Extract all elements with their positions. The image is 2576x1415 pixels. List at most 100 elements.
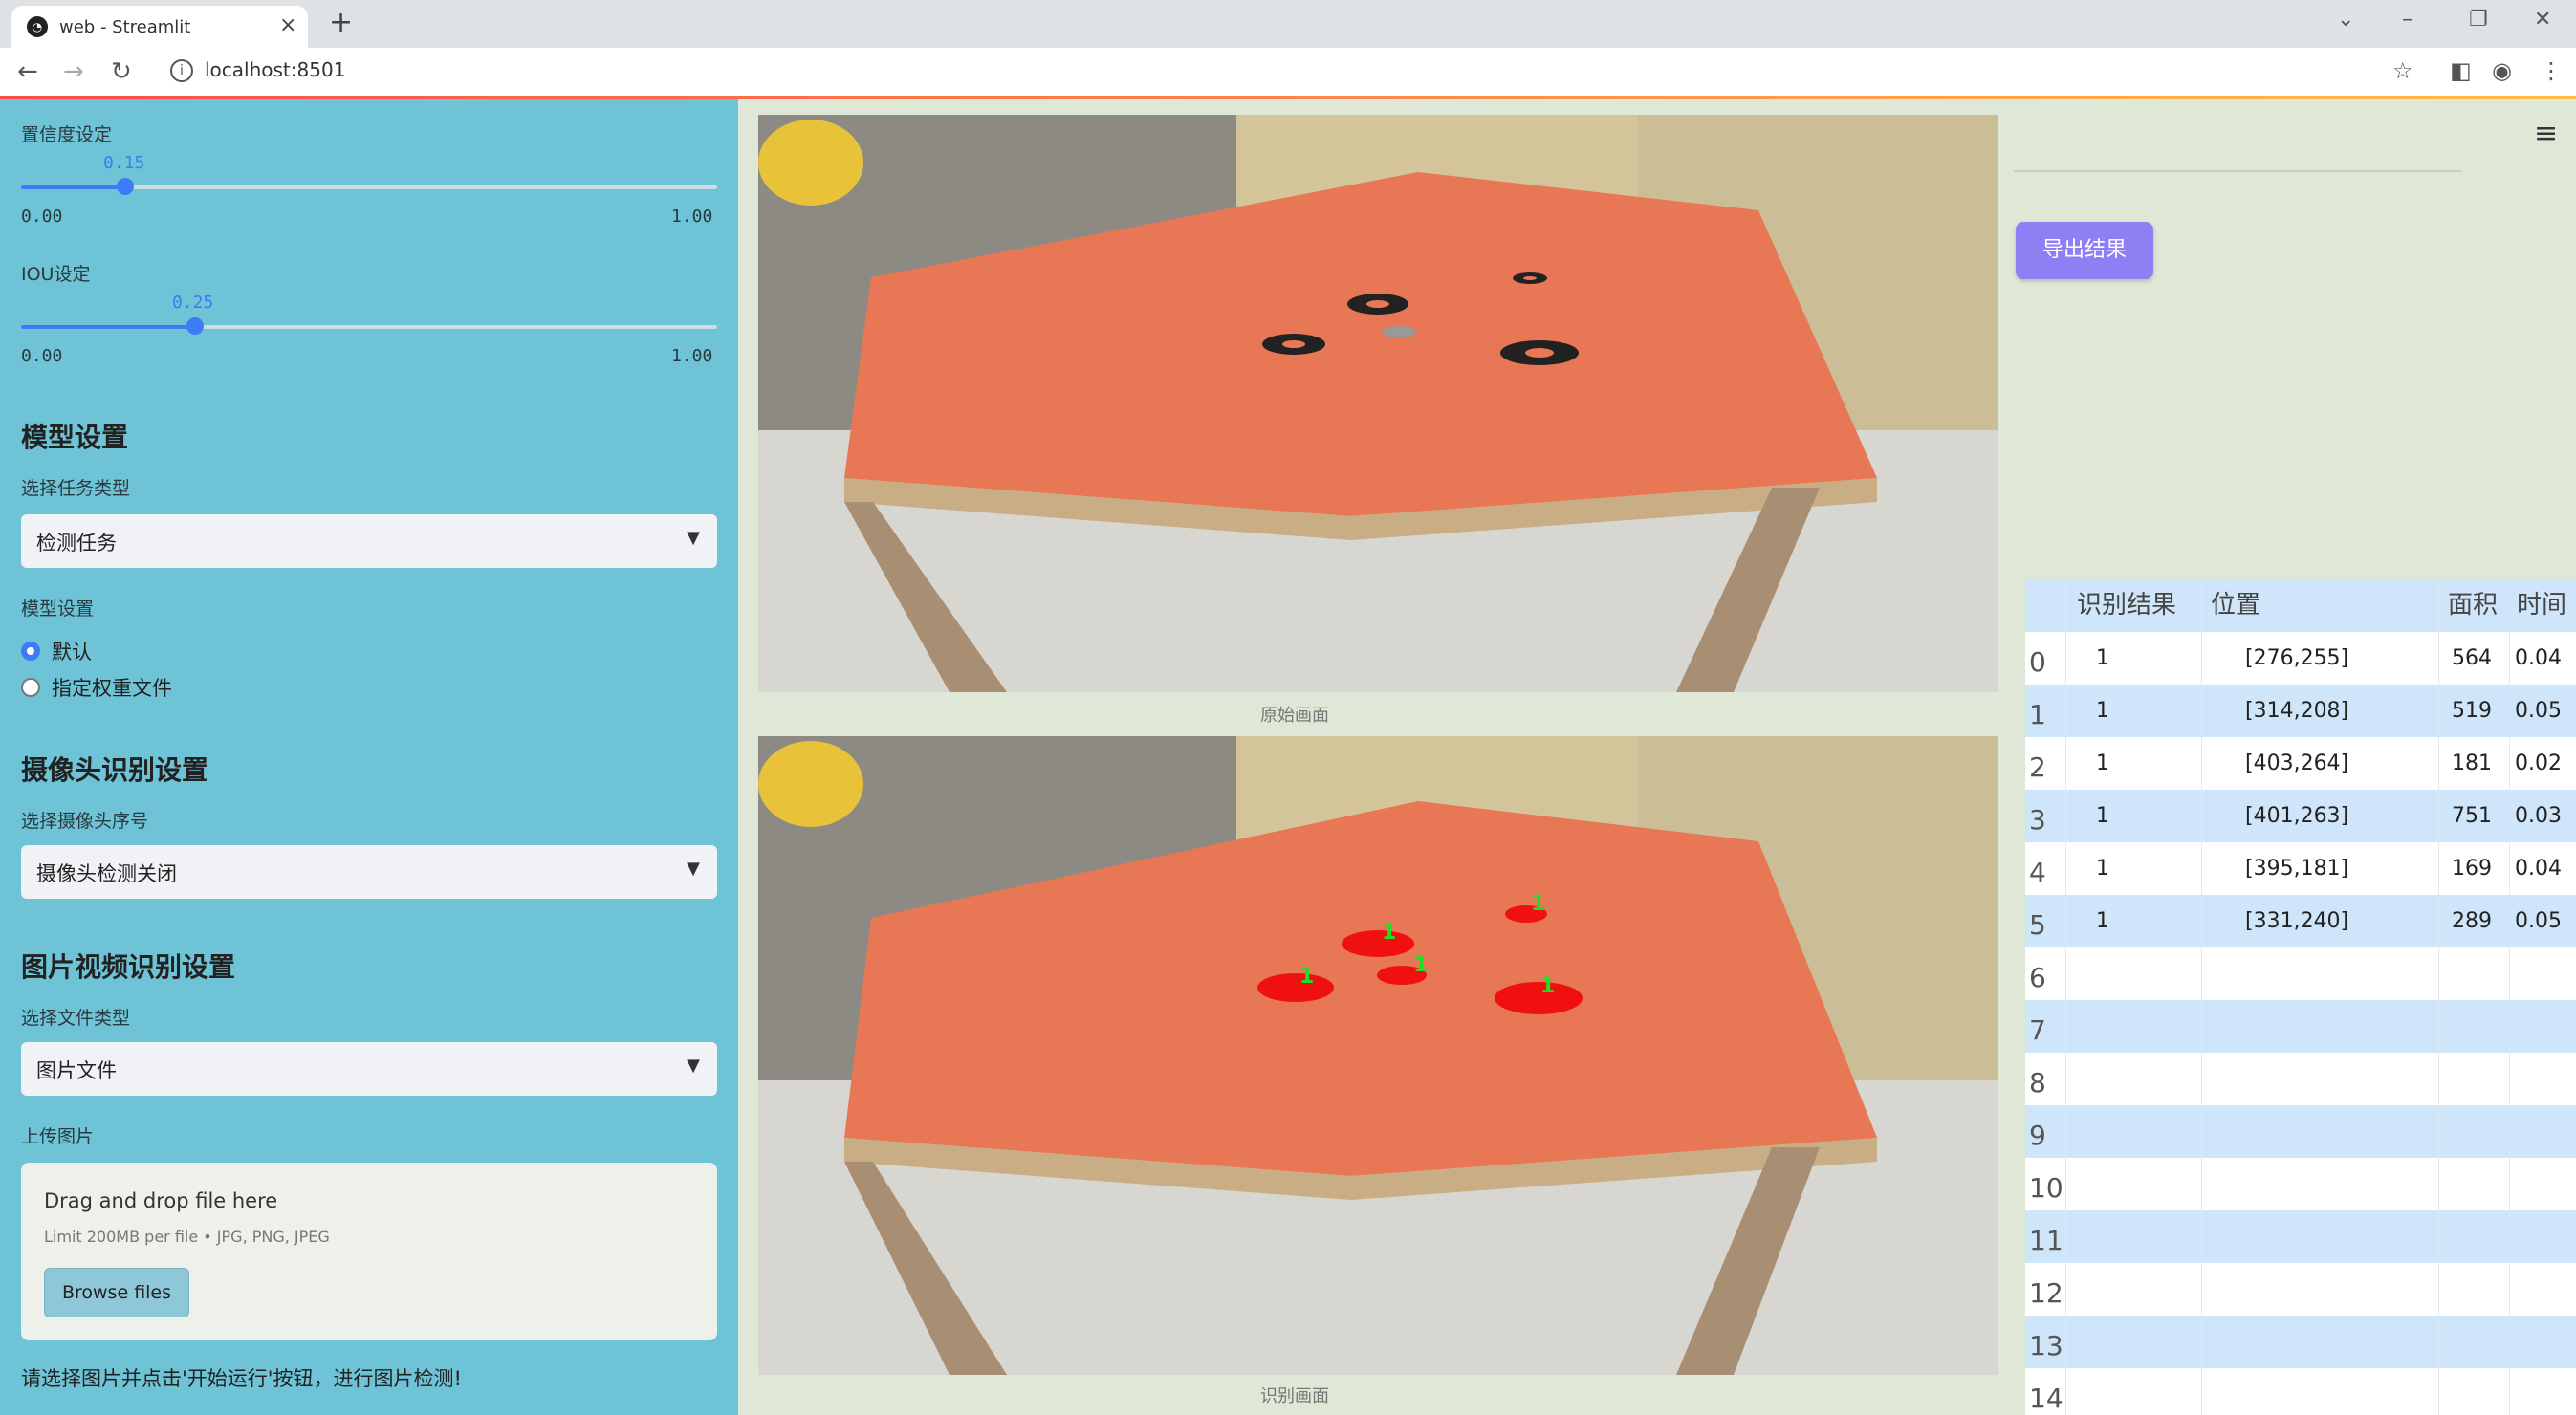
- table-row[interactable]: 5 1 [331,240] 289 0.05: [2025, 895, 2576, 947]
- detection-mask-3: [1257, 973, 1334, 1002]
- row-index: 11: [2029, 1225, 2063, 1256]
- column-divider: [2509, 579, 2510, 1415]
- bookmark-star-icon[interactable]: ☆: [2392, 57, 2413, 84]
- cell-position: [401,263]: [2245, 804, 2349, 828]
- cell-time: 0.02: [2515, 751, 2562, 775]
- chevron-down-icon: ▼: [687, 859, 700, 879]
- table-row[interactable]: 10: [2025, 1158, 2576, 1210]
- detection-mask-4: [1495, 982, 1583, 1014]
- radio-unselected-icon: [21, 678, 40, 697]
- forward-icon[interactable]: →: [63, 57, 84, 86]
- restore-icon[interactable]: ❐: [2469, 8, 2488, 32]
- row-index: 4: [2029, 857, 2046, 888]
- table-row[interactable]: 4 1 [395,181] 169 0.04: [2025, 842, 2576, 895]
- column-divider: [2065, 579, 2066, 1415]
- row-index: 10: [2029, 1172, 2063, 1204]
- file-type-select[interactable]: 图片文件 ▼: [21, 1042, 717, 1096]
- cell-result: 1: [2096, 646, 2109, 670]
- iou-slider-thumb[interactable]: [186, 317, 204, 335]
- file-dropzone[interactable]: Drag and drop file here Limit 200MB per …: [21, 1163, 717, 1340]
- model-radio-default[interactable]: 默认: [21, 637, 92, 665]
- conf-slider-value: 0.15: [103, 153, 145, 173]
- conf-slider-thumb[interactable]: [117, 178, 135, 195]
- results-table[interactable]: 识别结果 位置 面积 时间 0 1 [276,255] 564 0.04 1 1 [314,2…: [2025, 579, 2576, 1415]
- radio-weights-label: 指定权重文件: [52, 677, 172, 700]
- column-header-result[interactable]: 识别结果: [2077, 579, 2176, 632]
- sidebar: 置信度设定 0.15 0.00 1.00 IOU设定 0.25 0.00 1.0…: [0, 99, 738, 1415]
- camera-select-value: 摄像头检测关闭: [36, 862, 177, 885]
- row-index: 8: [2029, 1067, 2046, 1099]
- close-window-icon[interactable]: ✕: [2534, 8, 2551, 32]
- detection-label-3: 1: [1299, 965, 1314, 989]
- detection-label-2: 1: [1531, 892, 1545, 916]
- browser-tab[interactable]: ◔ web - Streamlit ×: [11, 6, 308, 48]
- cell-result: 1: [2096, 804, 2109, 828]
- cell-area: 519: [2452, 699, 2492, 723]
- export-results-button[interactable]: 导出结果: [2016, 222, 2153, 279]
- iou-slider[interactable]: [21, 317, 717, 335]
- camera-select[interactable]: 摄像头检测关闭 ▼: [21, 845, 717, 899]
- table-row[interactable]: 7: [2025, 1000, 2576, 1053]
- table-header: 识别结果 位置 面积 时间: [2025, 579, 2576, 632]
- cell-position: [403,264]: [2245, 751, 2349, 775]
- model-radio-weights[interactable]: 指定权重文件: [21, 673, 172, 702]
- iou-slider-max: 1.00: [671, 346, 713, 366]
- original-image: [758, 115, 1998, 692]
- back-icon[interactable]: ←: [17, 57, 38, 86]
- side-panel-icon[interactable]: ◧: [2450, 57, 2472, 84]
- close-tab-icon[interactable]: ×: [279, 13, 296, 37]
- table-row[interactable]: 6: [2025, 947, 2576, 1000]
- browser-menu-icon[interactable]: ⋮: [2540, 57, 2563, 84]
- profile-avatar-icon[interactable]: ◉: [2492, 57, 2512, 84]
- column-header-time[interactable]: 时间: [2517, 579, 2566, 632]
- row-index: 7: [2029, 1014, 2046, 1046]
- reload-icon[interactable]: ↻: [111, 57, 132, 86]
- column-divider: [2438, 579, 2439, 1415]
- table-row[interactable]: 13: [2025, 1316, 2576, 1368]
- cell-position: [395,181]: [2245, 857, 2349, 881]
- row-index: 2: [2029, 751, 2046, 783]
- table-row[interactable]: 2 1 [403,264] 181 0.02: [2025, 737, 2576, 790]
- site-info-icon[interactable]: i: [170, 59, 193, 82]
- row-index: 9: [2029, 1120, 2046, 1151]
- cell-result: 1: [2096, 909, 2109, 933]
- row-index: 12: [2029, 1277, 2063, 1309]
- minimize-icon[interactable]: –: [2402, 8, 2412, 32]
- hamburger-menu-icon[interactable]: ≡: [2534, 117, 2558, 150]
- detection-label-4: 1: [1540, 974, 1555, 998]
- file-type-select-label: 选择文件类型: [21, 1008, 131, 1029]
- radio-selected-icon: [21, 642, 40, 661]
- table-row[interactable]: 1 1 [314,208] 519 0.05: [2025, 685, 2576, 737]
- browse-files-button[interactable]: Browse files: [44, 1268, 189, 1317]
- table-row[interactable]: 3 1 [401,263] 751 0.03: [2025, 790, 2576, 842]
- iou-slider-fill: [21, 325, 195, 329]
- table-row[interactable]: 0 1 [276,255] 564 0.04: [2025, 632, 2576, 685]
- cell-time: 0.05: [2515, 909, 2562, 933]
- detection-label-1: 1: [1382, 921, 1396, 945]
- iou-slider-value: 0.25: [172, 293, 214, 313]
- cell-area: 289: [2452, 909, 2492, 933]
- cell-result: 1: [2096, 857, 2109, 881]
- row-index: 0: [2029, 646, 2046, 678]
- conf-slider-max: 1.00: [671, 207, 713, 227]
- tab-search-icon[interactable]: ⌄: [2337, 8, 2354, 32]
- column-header-area[interactable]: 面积: [2448, 579, 2498, 632]
- address-bar[interactable]: localhost:8501: [205, 58, 345, 81]
- divider: [2014, 170, 2461, 172]
- tab-bar: ◔ web - Streamlit × + ⌄ – ❐ ✕: [0, 0, 2576, 48]
- radio-default-label: 默认: [52, 641, 92, 664]
- table-row[interactable]: 11: [2025, 1210, 2576, 1263]
- conf-slider[interactable]: [21, 178, 717, 195]
- new-tab-icon[interactable]: +: [329, 6, 353, 39]
- table-row[interactable]: 8: [2025, 1053, 2576, 1105]
- task-select[interactable]: 检测任务 ▼: [21, 514, 717, 568]
- cell-time: 0.05: [2515, 699, 2562, 723]
- table-row[interactable]: 14: [2025, 1368, 2576, 1415]
- cell-area: 169: [2452, 857, 2492, 881]
- table-row[interactable]: 12: [2025, 1263, 2576, 1316]
- row-index: 13: [2029, 1330, 2063, 1361]
- row-index: 5: [2029, 909, 2046, 941]
- table-row[interactable]: 9: [2025, 1105, 2576, 1158]
- column-header-position[interactable]: 位置: [2211, 579, 2260, 632]
- cell-position: [314,208]: [2245, 699, 2349, 723]
